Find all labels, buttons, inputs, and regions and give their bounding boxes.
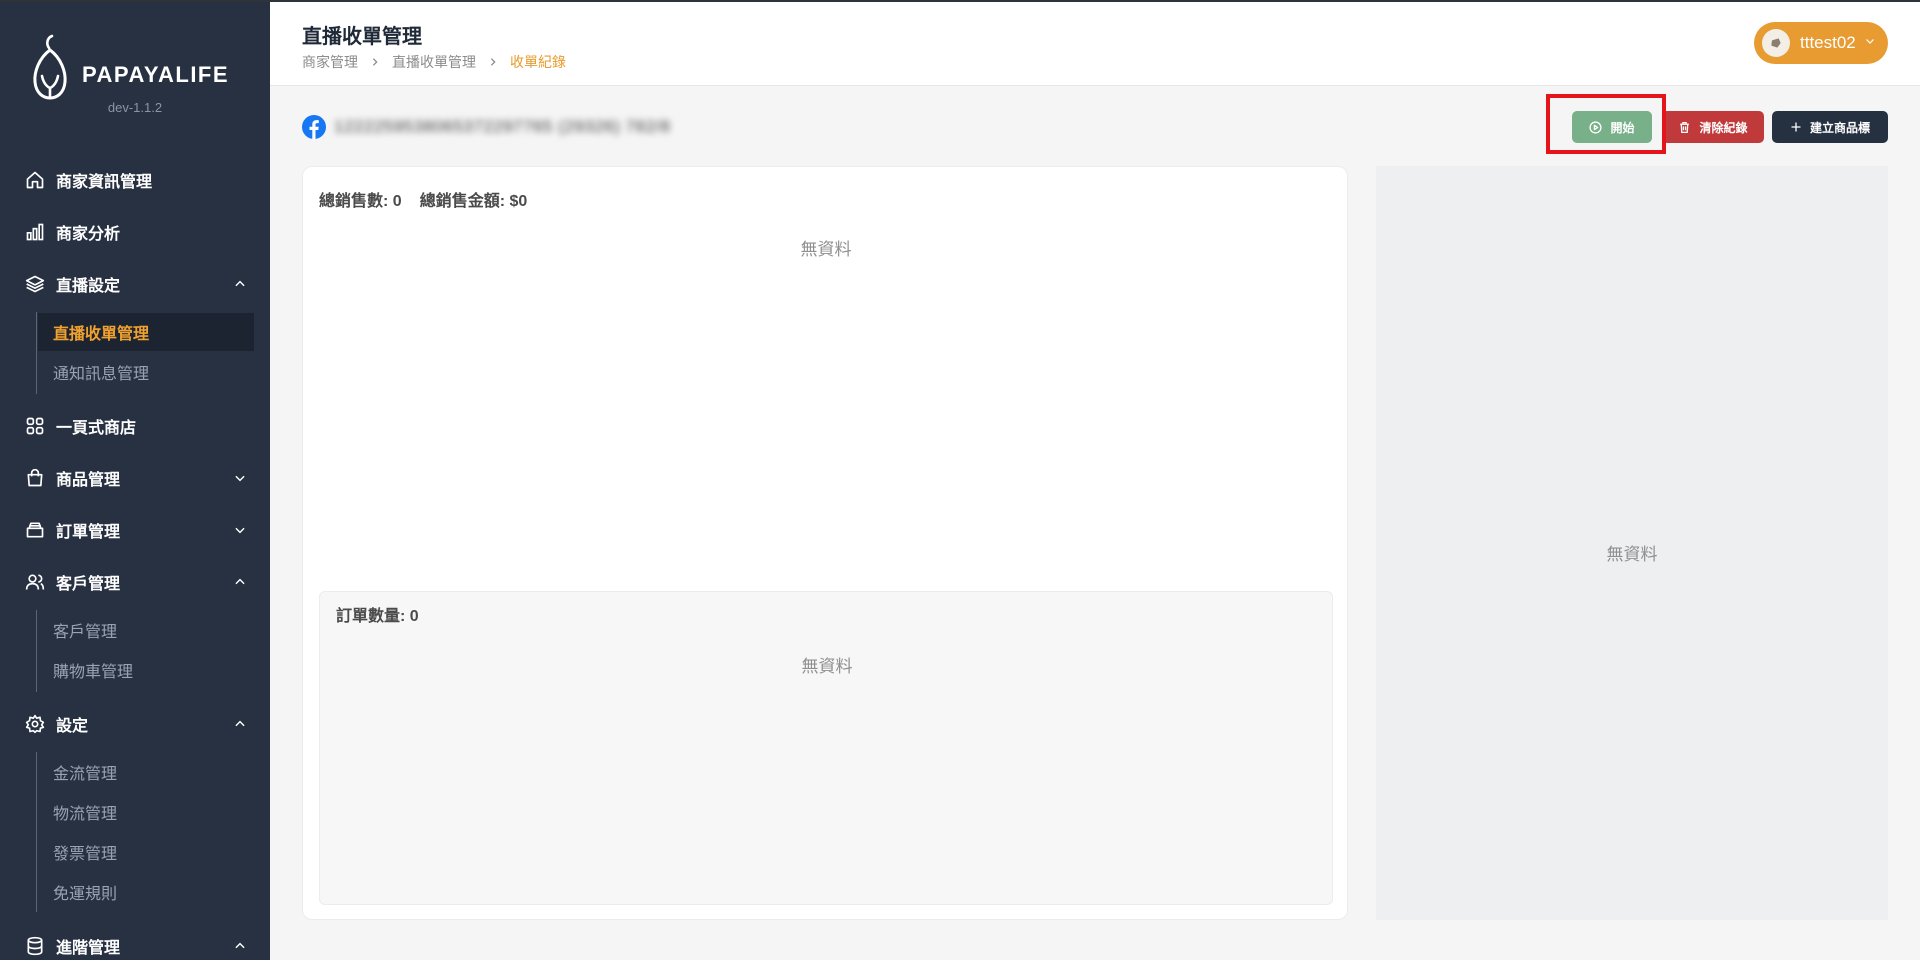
sidebar-item-advanced[interactable]: 進階管理 xyxy=(24,928,250,960)
sidebar-subitem-notifications[interactable]: 通知訊息管理 xyxy=(38,353,254,391)
sidebar-subitem-invoice[interactable]: 發票管理 xyxy=(38,833,254,871)
papaya-logo-icon xyxy=(33,34,67,100)
sidebar-subitem-payment[interactable]: 金流管理 xyxy=(38,753,254,791)
breadcrumb-current: 收單紀錄 xyxy=(510,54,566,70)
sidebar-item-live-settings[interactable]: 直播設定 xyxy=(24,266,250,302)
clear-records-label: 清除紀錄 xyxy=(1699,120,1748,135)
chevron-up-icon xyxy=(230,714,250,734)
sidebar: PAPAYALIFE dev-1.1.2 商家資訊管理 商家分析 直播設定 直播… xyxy=(0,0,270,960)
bar-chart-icon xyxy=(24,221,46,243)
chevron-down-icon xyxy=(230,520,250,540)
sidebar-item-one-page-store[interactable]: 一頁式商店 xyxy=(24,408,250,444)
chevron-down-icon xyxy=(1864,34,1876,52)
brand-logo[interactable]: PAPAYALIFE xyxy=(30,32,240,102)
create-product-tag-label: 建立商品標 xyxy=(1809,120,1870,135)
sidebar-item-label: 訂單管理 xyxy=(56,524,121,541)
submenu-line xyxy=(36,610,37,692)
live-preview-panel: 無資料 xyxy=(1376,166,1888,920)
sidebar-item-merchant-info[interactable]: 商家資訊管理 xyxy=(24,162,250,198)
sidebar-item-label: 設定 xyxy=(56,718,89,735)
chevron-up-icon xyxy=(230,936,250,956)
user-menu-button[interactable]: tttest02 xyxy=(1754,22,1888,64)
grid-icon xyxy=(24,415,46,437)
avatar xyxy=(1762,29,1790,57)
chevron-down-icon xyxy=(230,468,250,488)
page-title: 直播收單管理 xyxy=(302,26,422,48)
create-product-tag-button[interactable]: 建立商品標 xyxy=(1772,111,1888,143)
window-top-border xyxy=(0,0,1920,2)
submenu-line xyxy=(36,312,37,394)
order-count: 訂單數量: 0 xyxy=(336,608,419,625)
sales-card: 總銷售數: 0 總銷售金額: $0 無資料 訂單數量: 0 無資料 xyxy=(302,166,1348,920)
chevron-up-icon xyxy=(230,572,250,592)
chevron-up-icon xyxy=(230,274,250,294)
submenu-line xyxy=(36,752,37,912)
breadcrumb: 商家管理 直播收單管理 收單紀錄 xyxy=(302,52,566,72)
sidebar-item-settings[interactable]: 設定 xyxy=(24,706,250,742)
breadcrumb-item[interactable]: 商家管理 xyxy=(302,52,358,72)
inbox-icon xyxy=(24,519,46,541)
trash-icon xyxy=(1678,121,1691,134)
sidebar-item-products[interactable]: 商品管理 xyxy=(24,460,250,496)
user-name: tttest02 xyxy=(1800,33,1856,52)
app-version: dev-1.1.2 xyxy=(107,100,163,115)
empty-state: 無資料 xyxy=(800,240,852,259)
chevron-right-icon xyxy=(488,55,498,70)
page-header: 直播收單管理 商家管理 直播收單管理 收單紀錄 tttest02 xyxy=(270,2,1920,86)
sidebar-subitem-live-order[interactable]: 直播收單管理 xyxy=(38,313,254,351)
empty-state: 無資料 xyxy=(801,657,853,676)
sidebar-subitem-cart-management[interactable]: 購物車管理 xyxy=(38,651,254,689)
sidebar-item-label: 商家分析 xyxy=(56,226,121,243)
sidebar-item-label: 商品管理 xyxy=(56,472,121,489)
breadcrumb-item[interactable]: 直播收單管理 xyxy=(392,52,476,72)
start-button-label: 開始 xyxy=(1610,120,1635,135)
sidebar-item-label: 直播設定 xyxy=(56,278,121,295)
sidebar-item-label: 客戶管理 xyxy=(56,576,121,593)
sales-stats: 總銷售數: 0 總銷售金額: $0 xyxy=(319,187,527,211)
plus-icon xyxy=(1790,121,1802,133)
sidebar-subitem-customer-management[interactable]: 客戶管理 xyxy=(38,611,254,649)
clear-records-button[interactable]: 清除紀錄 xyxy=(1662,111,1764,143)
shopping-bag-icon xyxy=(24,467,46,489)
total-sales-count: 總銷售數: 0 xyxy=(319,193,402,210)
database-icon xyxy=(24,935,46,957)
orders-panel: 訂單數量: 0 無資料 xyxy=(319,591,1333,905)
sidebar-item-label: 一頁式商店 xyxy=(56,420,137,437)
gear-icon xyxy=(24,713,46,735)
home-icon xyxy=(24,169,46,191)
total-sales-amount: 總銷售金額: $0 xyxy=(419,193,528,210)
stream-id: 1222259538065372297765 (29326) 782/8 xyxy=(334,117,671,136)
sidebar-item-label: 進階管理 xyxy=(56,940,121,957)
sidebar-subitem-logistics[interactable]: 物流管理 xyxy=(38,793,254,831)
start-button[interactable]: 開始 xyxy=(1572,111,1652,143)
chevron-right-icon xyxy=(370,55,380,70)
stream-source: 1222259538065372297765 (29326) 782/8 xyxy=(302,114,671,140)
empty-state: 無資料 xyxy=(1606,545,1658,564)
sidebar-item-orders[interactable]: 訂單管理 xyxy=(24,512,250,548)
sidebar-item-analytics[interactable]: 商家分析 xyxy=(24,214,250,250)
sidebar-item-label: 商家資訊管理 xyxy=(56,174,153,191)
brand-name: PAPAYALIFE xyxy=(82,62,230,87)
facebook-icon xyxy=(302,115,326,139)
layers-icon xyxy=(24,273,46,295)
play-circle-icon xyxy=(1589,120,1603,134)
sidebar-subitem-free-shipping[interactable]: 免運規則 xyxy=(38,873,254,911)
users-icon xyxy=(24,571,46,593)
sidebar-item-customers[interactable]: 客戶管理 xyxy=(24,564,250,600)
